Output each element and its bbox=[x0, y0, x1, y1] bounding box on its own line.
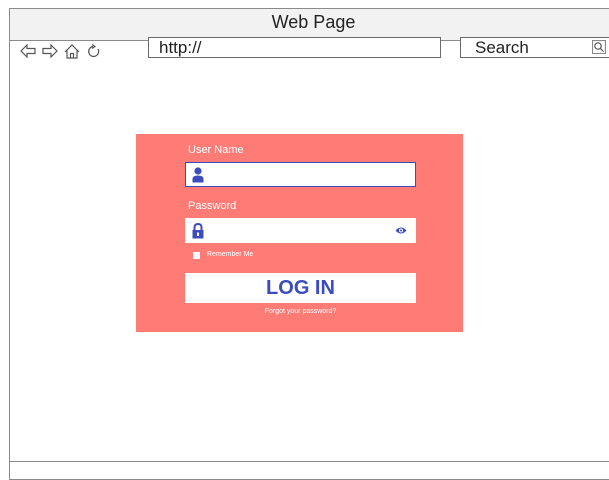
search-label: Search bbox=[475, 38, 529, 57]
window-title: Web Page bbox=[271, 12, 356, 32]
home-icon[interactable] bbox=[63, 41, 81, 61]
lock-icon bbox=[192, 223, 204, 239]
remember-me[interactable]: Remember Me bbox=[193, 251, 253, 259]
user-icon bbox=[192, 167, 204, 183]
nav-buttons bbox=[19, 41, 103, 61]
login-panel: User Name Password Remember Me LOG IN Fo… bbox=[136, 134, 463, 332]
login-button[interactable]: LOG IN bbox=[185, 273, 416, 303]
remember-label: Remember Me bbox=[207, 251, 254, 258]
password-field[interactable] bbox=[185, 218, 416, 243]
username-label: User Name bbox=[188, 144, 244, 156]
back-arrow-icon[interactable] bbox=[19, 41, 37, 61]
search-icon[interactable] bbox=[592, 40, 606, 54]
forgot-password-link[interactable]: Forgot your password? bbox=[185, 308, 416, 316]
username-field[interactable] bbox=[185, 162, 416, 187]
search-input[interactable]: Search bbox=[460, 37, 609, 58]
status-bar-divider bbox=[9, 461, 609, 462]
eye-icon[interactable] bbox=[395, 226, 407, 235]
refresh-icon[interactable] bbox=[85, 41, 103, 61]
address-bar[interactable]: http:// bbox=[148, 37, 441, 58]
password-label: Password bbox=[188, 200, 237, 212]
remember-checkbox[interactable] bbox=[193, 251, 200, 259]
forward-arrow-icon[interactable] bbox=[41, 41, 59, 61]
